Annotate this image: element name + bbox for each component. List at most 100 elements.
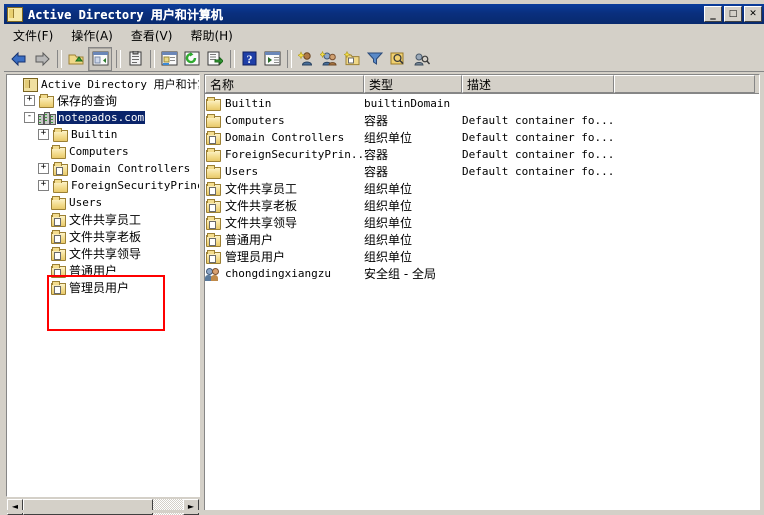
ou-folder-icon <box>50 263 66 278</box>
minimize-button[interactable]: _ <box>704 6 722 22</box>
window-controls: _ □ ✕ <box>704 6 762 22</box>
cell-type: 容器 <box>364 165 389 179</box>
close-icon: ✕ <box>749 8 757 19</box>
close-button[interactable]: ✕ <box>744 6 762 22</box>
table-row[interactable]: Domain Controllers 组织单位 Default container … <box>205 129 759 146</box>
tree-node[interactable]: - notepados.com <box>7 109 199 126</box>
filter-icon[interactable] <box>364 48 386 70</box>
ou-folder-icon <box>50 212 66 227</box>
back-icon[interactable] <box>8 48 30 70</box>
show-items-icon[interactable] <box>261 48 283 70</box>
list-column-header[interactable] <box>614 75 755 93</box>
table-row[interactable]: 普通用户 组织单位 <box>205 231 759 248</box>
tree-node-label: 普通用户 <box>69 264 118 278</box>
row-name-label: 文件共享领导 <box>225 216 298 230</box>
tree-node-label: Computers <box>69 145 129 158</box>
tree-node[interactable]: 文件共享老板 <box>7 228 199 245</box>
help-icon[interactable]: ? <box>238 48 260 70</box>
row-name-label: Computers <box>225 114 285 127</box>
table-row[interactable]: Computers 容器 Default container fo... <box>205 112 759 129</box>
tree-node-label: Builtin <box>71 128 118 141</box>
find-icon[interactable] <box>387 48 409 70</box>
ou-folder-icon <box>205 249 221 264</box>
folder-icon <box>50 195 66 210</box>
row-name-label: Builtin <box>225 97 272 110</box>
new-ou-icon[interactable] <box>341 48 363 70</box>
tree-node[interactable]: 文件共享员工 <box>7 211 199 228</box>
menu-bar: 文件(F) 操作(A) 查看(V) 帮助(H) <box>4 24 764 47</box>
properties-icon[interactable] <box>124 48 146 70</box>
table-row[interactable]: 文件共享员工 组织单位 <box>205 180 759 197</box>
table-row[interactable]: ForeignSecurityPrin... 容器 Default containe… <box>205 146 759 163</box>
tree-node[interactable]: + Domain Controllers <box>7 160 199 177</box>
table-row[interactable]: 文件共享领导 组织单位 <box>205 214 759 231</box>
table-row[interactable]: chongdingxiangzu 安全组 - 全局 <box>205 265 759 282</box>
list-column-header[interactable]: 名称 <box>205 75 364 93</box>
tree-node[interactable]: Users <box>7 194 199 211</box>
cell-name: 文件共享员工 <box>205 180 364 197</box>
tree-node[interactable]: 管理员用户 <box>7 279 199 296</box>
tree-node[interactable]: Computers <box>7 143 199 160</box>
menu-action[interactable]: 操作(A) <box>62 25 122 46</box>
list-column-headers: 名称 类型 描述 <box>205 75 759 94</box>
toolbar: ? <box>4 46 764 72</box>
row-name-label: 普通用户 <box>225 233 274 247</box>
status-bar <box>4 510 764 513</box>
ou-folder-icon <box>50 246 66 261</box>
folder-icon <box>205 96 221 111</box>
list-column-header[interactable]: 描述 <box>462 75 614 93</box>
row-name-label: 文件共享老板 <box>225 199 298 213</box>
security-group-icon <box>205 267 221 281</box>
cell-name: Computers <box>205 113 364 128</box>
tree-node[interactable]: Active Directory 用户和计算机 <box>7 75 199 92</box>
tree-node-label: Users <box>69 196 103 209</box>
refresh-icon[interactable] <box>181 48 203 70</box>
tree-node[interactable]: 文件共享领导 <box>7 245 199 262</box>
table-row[interactable]: Users 容器 Default container fo... <box>205 163 759 180</box>
collapse-icon[interactable]: - <box>24 112 35 123</box>
console-tree[interactable]: Active Directory 用户和计算机 + 保存的查询 - notepados.… <box>6 74 200 497</box>
up-one-level-icon[interactable] <box>65 48 87 70</box>
tree-node[interactable]: 普通用户 <box>7 262 199 279</box>
ou-folder-icon <box>205 198 221 213</box>
tree-node[interactable]: + 保存的查询 <box>7 92 199 109</box>
menu-help[interactable]: 帮助(H) <box>181 25 241 46</box>
maximize-button[interactable]: □ <box>724 6 742 22</box>
table-row[interactable]: Builtin builtinDomain <box>205 95 759 112</box>
cell-name: Users <box>205 164 364 179</box>
new-user-icon[interactable] <box>295 48 317 70</box>
saved-query-icon[interactable] <box>410 48 432 70</box>
menu-view[interactable]: 查看(V) <box>122 25 182 46</box>
row-name-label: ForeignSecurityPrin... <box>225 148 364 161</box>
minimize-icon: _ <box>710 7 716 20</box>
expand-icon[interactable]: + <box>38 180 49 191</box>
console-window-icon[interactable] <box>158 48 180 70</box>
expand-icon[interactable]: + <box>38 163 49 174</box>
export-list-icon[interactable] <box>204 48 226 70</box>
cell-type: 容器 <box>364 114 389 128</box>
show-hide-tree-icon[interactable] <box>88 46 112 71</box>
tree-node[interactable]: + Builtin <box>7 126 199 143</box>
cell-description: Default container fo... <box>462 131 614 144</box>
table-row[interactable]: 管理员用户 组织单位 <box>205 248 759 265</box>
table-row[interactable]: 文件共享老板 组织单位 <box>205 197 759 214</box>
expand-icon[interactable]: + <box>24 95 35 106</box>
toolbar-separator <box>150 49 155 68</box>
cell-name: chongdingxiangzu <box>205 267 364 281</box>
details-list-view[interactable]: 名称 类型 描述 Builtin builtinDomain Computers 容器 De… <box>204 74 760 511</box>
menu-file[interactable]: 文件(F) <box>4 25 62 46</box>
tree-node[interactable]: + ForeignSecurityPrincipals <box>7 177 199 194</box>
expand-icon[interactable]: + <box>38 129 49 140</box>
cell-name: 文件共享老板 <box>205 197 364 214</box>
cell-name: ForeignSecurityPrin... <box>205 147 364 162</box>
folder-icon <box>52 127 68 142</box>
folder-icon <box>205 113 221 128</box>
tree-node-label: 文件共享员工 <box>69 213 142 227</box>
forward-icon[interactable] <box>31 48 53 70</box>
list-column-header[interactable]: 类型 <box>364 75 462 93</box>
new-group-icon[interactable] <box>318 48 340 70</box>
